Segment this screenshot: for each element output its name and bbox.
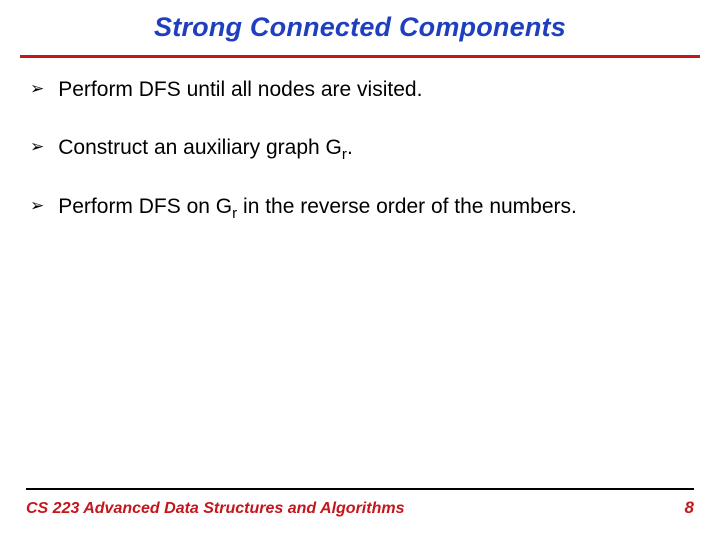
bullet-post: in the reverse order of the numbers. bbox=[237, 195, 577, 218]
footer-rule bbox=[26, 488, 694, 490]
bullet-item: ➢ Perform DFS on Gr in the reverse order… bbox=[30, 193, 690, 221]
slide-body: ➢ Perform DFS until all nodes are visite… bbox=[0, 58, 720, 221]
course-label: CS 223 Advanced Data Structures and Algo… bbox=[26, 500, 404, 518]
bullet-arrow-icon: ➢ bbox=[30, 138, 44, 155]
bullet-text: Construct an auxiliary graph Gr. bbox=[58, 134, 690, 162]
bullet-item: ➢ Construct an auxiliary graph Gr. bbox=[30, 134, 690, 162]
page-number: 8 bbox=[685, 498, 694, 518]
bullet-text: Perform DFS on Gr in the reverse order o… bbox=[58, 193, 690, 221]
slide: Strong Connected Components ➢ Perform DF… bbox=[0, 0, 720, 540]
footer-row: CS 223 Advanced Data Structures and Algo… bbox=[26, 498, 694, 518]
bullet-text: Perform DFS until all nodes are visited. bbox=[58, 76, 690, 104]
bullet-arrow-icon: ➢ bbox=[30, 197, 44, 214]
slide-footer: CS 223 Advanced Data Structures and Algo… bbox=[0, 488, 720, 540]
title-wrap: Strong Connected Components bbox=[0, 0, 720, 49]
bullet-pre: Perform DFS until all nodes are visited. bbox=[58, 78, 422, 101]
bullet-arrow-icon: ➢ bbox=[30, 80, 44, 97]
slide-title: Strong Connected Components bbox=[30, 12, 690, 43]
bullet-pre: Construct an auxiliary graph G bbox=[58, 136, 342, 159]
bullet-pre: Perform DFS on G bbox=[58, 195, 232, 218]
bullet-post: . bbox=[347, 136, 353, 159]
bullet-item: ➢ Perform DFS until all nodes are visite… bbox=[30, 76, 690, 104]
